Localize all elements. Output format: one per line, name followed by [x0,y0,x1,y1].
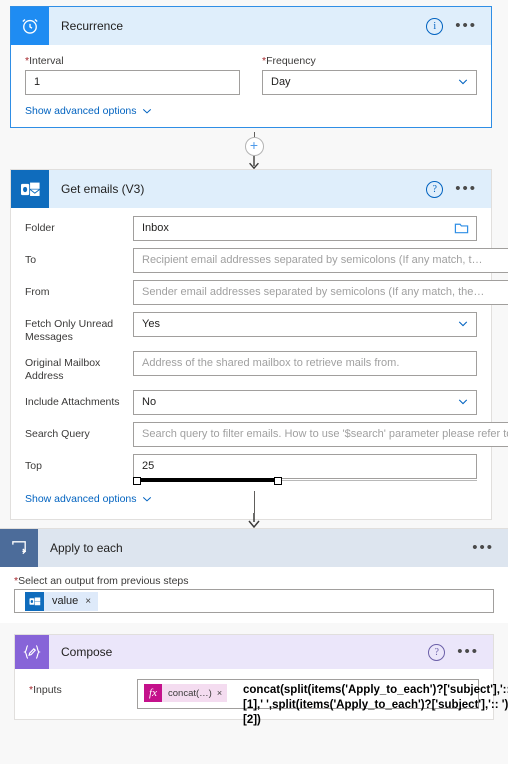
folder-picker-icon[interactable] [454,221,469,235]
field-row-folder: Folder Inbox [25,216,477,241]
field-row-from: From Sender email addresses separated by… [25,280,508,305]
expression-token[interactable]: fx concat(…) × [144,684,228,702]
fetch-only-unread-messages-dropdown[interactable]: Yes [133,312,477,337]
more-menu-icon[interactable]: ••• [472,540,494,555]
recurrence-header-actions: i ••• [426,17,491,35]
fx-icon: fx [144,684,162,702]
recurrence-show-advanced-options[interactable]: Show advanced options [25,105,152,117]
remove-token-icon[interactable]: × [85,596,98,607]
output-token[interactable]: value × [25,591,99,611]
interval-label: *Interval [25,55,64,67]
field-row-fetch-only-unread-messages: Fetch Only Unread Messages Yes [25,312,477,344]
fetch-only-unread-messages-label: Fetch Only Unread Messages [25,318,114,343]
get-emails-body: Folder Inbox To Recipient email addresse… [11,208,508,519]
help-icon[interactable]: ? [428,643,446,661]
compose-body: *Inputs fx concat(…) × concat(split(item… [15,669,508,726]
slider-fill [133,478,278,482]
recurrence-body: *Interval 1 *Frequency Day Show advanced… [11,45,491,127]
folder-input[interactable]: Inbox [133,216,477,241]
apply-to-each-body: *Select an output from previous steps va… [0,567,508,623]
compose-card[interactable]: Compose ? ••• *Inputs fx concat(…) × con… [14,634,508,726]
info-icon[interactable]: i [426,17,444,35]
outlook-icon [11,170,49,208]
get-emails-card[interactable]: Get emails (V3) ? ••• Folder Inbox To Re… [10,169,508,520]
original-mailbox-address-label: Original Mailbox Address [25,357,101,382]
field-row-search-query: Search Query Search query to filter emai… [25,422,508,447]
frequency-dropdown[interactable]: Day [262,70,477,95]
interval-input[interactable]: 1 [25,70,240,95]
apply-to-each-title: Apply to each [50,541,123,555]
compose-braces-icon [15,635,49,669]
include-attachments-dropdown[interactable]: No [133,390,477,415]
apply-to-each-header-actions: ••• [472,540,508,555]
alarm-clock-icon [11,7,49,45]
inputs-label: *Inputs [29,684,62,696]
compose-card-header[interactable]: Compose ? ••• [15,635,493,669]
frequency-field-group: *Frequency Day [262,55,477,95]
from-input[interactable]: Sender email addresses separated by semi… [133,280,508,305]
recurrence-advanced-label: Show advanced options [25,105,137,117]
top-label: Top [25,460,42,472]
original-mailbox-address-input[interactable]: Address of the shared mailbox to retriev… [133,351,477,376]
expression-text: concat(split(items('Apply_to_each')?['su… [243,684,508,726]
connector-recurrence-to-getemails: + [0,132,508,170]
top-input[interactable]: 25 [133,454,477,479]
get-emails-header-actions: ? ••• [426,180,491,198]
interval-field-group: *Interval 1 [25,55,240,95]
get-emails-card-header[interactable]: Get emails (V3) ? ••• [11,170,491,208]
expression-token-label: concat(…) [168,687,212,699]
apply-to-each-card-header[interactable]: Apply to each ••• [0,529,508,567]
arrow-down-icon [249,156,259,170]
search-query-label: Search Query [25,428,90,440]
get-emails-title: Get emails (V3) [61,182,145,196]
search-query-input[interactable]: Search query to filter emails. How to us… [133,422,508,447]
recurrence-card[interactable]: Recurrence i ••• *Interval 1 *Frequency … [10,6,492,128]
field-row-top: Top 25 [25,454,477,485]
slider-thumb-min[interactable] [133,477,141,485]
arrow-down-icon [248,513,260,529]
recurrence-card-header[interactable]: Recurrence i ••• [11,7,491,45]
compose-header-actions: ? ••• [428,643,493,661]
apply-to-each-card[interactable]: Apply to each ••• *Select an output from… [0,528,508,623]
connector-getemails-to-applytoeach [0,491,508,529]
field-row-include-attachments: Include Attachments No [25,390,477,415]
remove-token-icon[interactable]: × [217,688,227,698]
loop-icon [0,529,38,567]
recurrence-title: Recurrence [61,19,124,33]
output-token-label: value [52,595,79,607]
top-slider[interactable] [133,477,477,485]
from-label: From [25,286,50,298]
include-attachments-label: Include Attachments [25,396,120,408]
frequency-label: *Frequency [262,55,316,67]
add-step-button[interactable]: + [244,137,264,156]
outlook-icon [25,591,44,611]
select-output-input[interactable]: value × [14,589,494,613]
help-icon[interactable]: ? [426,180,444,198]
to-label: To [25,254,37,266]
inputs-field[interactable]: fx concat(…) × concat(split(items('Apply… [137,679,508,726]
more-menu-icon[interactable]: ••• [455,18,477,33]
field-row-original-mailbox-address: Original Mailbox Address Address of the … [25,351,477,383]
more-menu-icon[interactable]: ••• [455,181,477,196]
to-input[interactable]: Recipient email addresses separated by s… [133,248,508,273]
compose-title: Compose [61,645,113,659]
folder-label: Folder [25,222,55,234]
chevron-down-icon [142,108,151,114]
field-row-to: To Recipient email addresses separated b… [25,248,508,273]
more-menu-icon[interactable]: ••• [457,644,479,659]
select-output-label: *Select an output from previous steps [14,575,189,587]
slider-thumb-max[interactable] [274,477,283,485]
